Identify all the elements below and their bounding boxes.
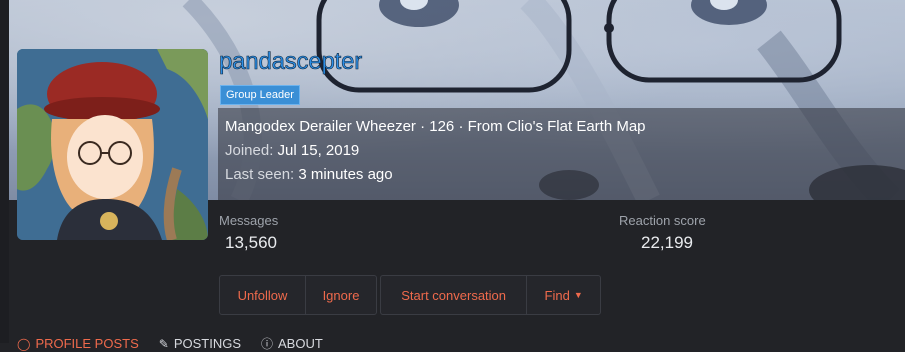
tab-profile-posts[interactable]: ◯ PROFILE POSTS bbox=[17, 335, 139, 352]
tab-label: PROFILE POSTS bbox=[35, 336, 139, 351]
conversation-find-group: Start conversation Find ▼ bbox=[380, 275, 601, 315]
user-title: Mangodex Derailer Wheezer · 126 · From C… bbox=[225, 118, 646, 135]
joined-row: Joined: Jul 15, 2019 bbox=[225, 142, 359, 159]
start-conversation-button[interactable]: Start conversation bbox=[381, 276, 528, 314]
tab-label: POSTINGS bbox=[173, 336, 241, 351]
reaction-score-value[interactable]: 22,199 bbox=[641, 233, 693, 253]
find-button[interactable]: Find ▼ bbox=[527, 276, 600, 314]
edit-icon: ✎ bbox=[158, 336, 169, 351]
info-icon: ⓘ bbox=[261, 337, 274, 351]
profile-tabs: ◯ PROFILE POSTS ✎ POSTINGS ⓘ ABOUT bbox=[17, 335, 323, 352]
last-seen-label: Last seen: bbox=[225, 166, 295, 183]
find-label: Find bbox=[544, 287, 570, 303]
left-strip bbox=[0, 0, 9, 343]
last-seen-value: 3 minutes ago bbox=[298, 166, 393, 183]
tab-postings[interactable]: ✎ POSTINGS bbox=[159, 335, 241, 352]
unfollow-button[interactable]: Unfollow bbox=[220, 276, 306, 314]
comment-icon: ◯ bbox=[17, 336, 31, 351]
joined-label: Joined: bbox=[225, 142, 274, 159]
reaction-score-label: Reaction score bbox=[619, 213, 706, 228]
tab-about[interactable]: ⓘ ABOUT bbox=[261, 335, 323, 352]
caret-down-icon: ▼ bbox=[573, 290, 583, 300]
messages-value[interactable]: 13,560 bbox=[225, 233, 277, 253]
avatar[interactable] bbox=[17, 49, 208, 240]
messages-label: Messages bbox=[219, 213, 279, 228]
last-seen-row: Last seen: 3 minutes ago bbox=[225, 166, 393, 183]
ignore-button[interactable]: Ignore bbox=[306, 276, 376, 314]
group-badge: Group Leader bbox=[220, 85, 300, 105]
follow-ignore-group: Unfollow Ignore bbox=[219, 275, 377, 315]
username[interactable]: pandascepter bbox=[219, 48, 363, 76]
joined-value: Jul 15, 2019 bbox=[277, 142, 360, 159]
tab-label: ABOUT bbox=[278, 336, 323, 351]
